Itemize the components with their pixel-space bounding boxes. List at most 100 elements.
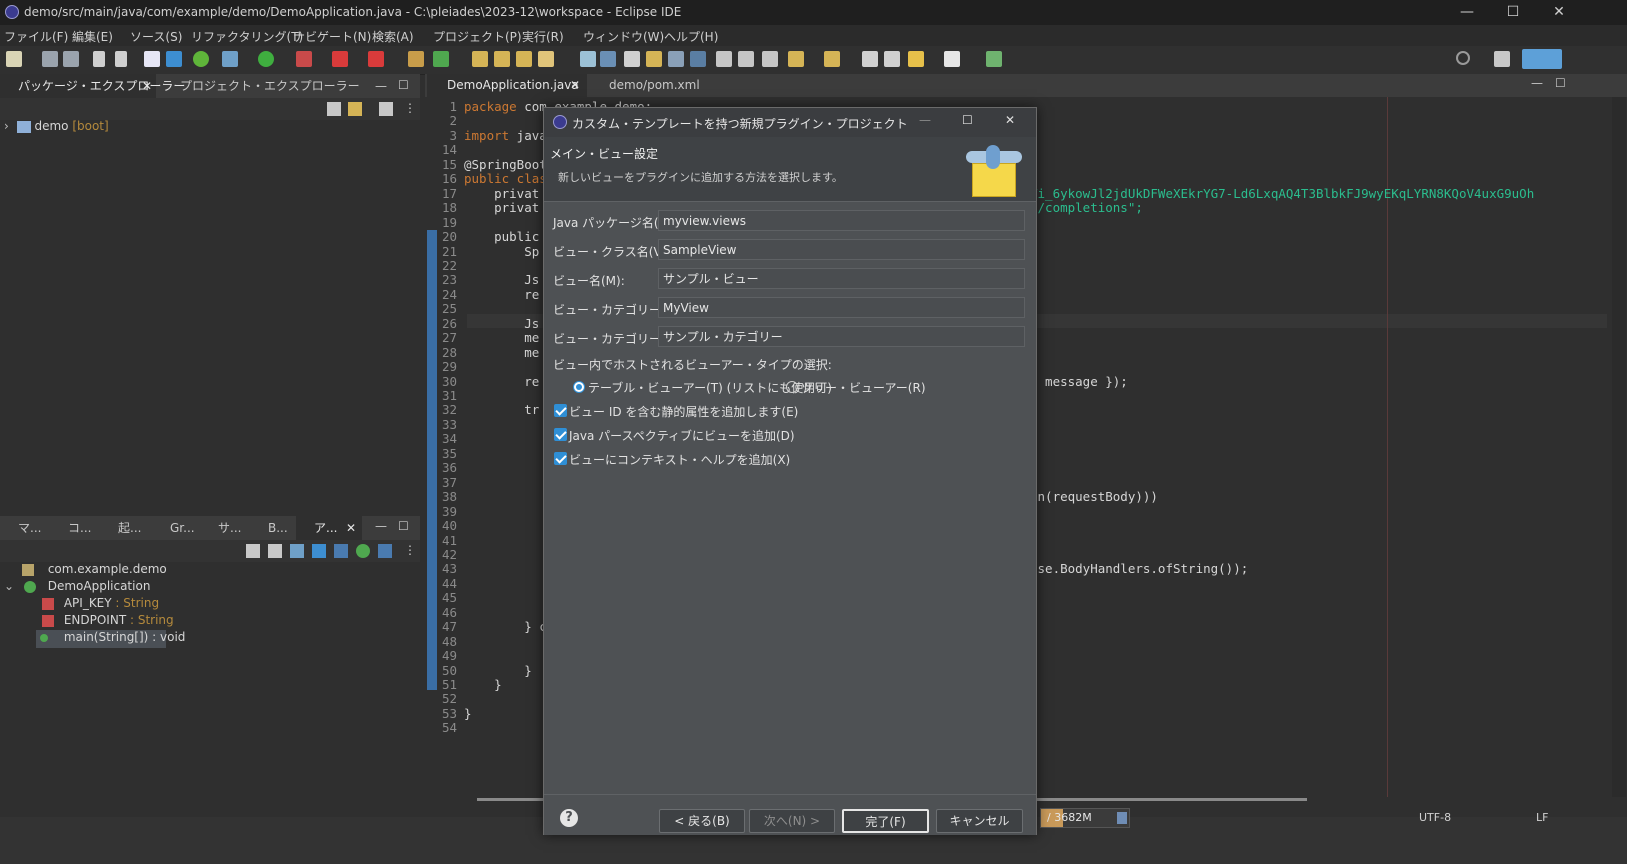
outline-item-package[interactable]: com.example.demo [22, 562, 167, 576]
table-viewer-radio[interactable] [573, 381, 585, 393]
close-button[interactable]: ✕ [1536, 0, 1582, 25]
menu-refactor[interactable]: リファクタリング(T) [191, 28, 303, 45]
run-config-icon[interactable] [296, 51, 312, 67]
back-button[interactable]: < 戻る(B) [659, 809, 745, 833]
new-package-icon[interactable] [433, 51, 449, 67]
redo-icon[interactable] [115, 51, 127, 67]
view-category-id-field[interactable]: MyView [658, 297, 1025, 318]
pin-icon[interactable] [986, 51, 1002, 67]
add-context-help-label[interactable]: ビューにコンテキスト・ヘルプを追加(X) [569, 451, 790, 468]
hide-local-types-icon[interactable] [378, 544, 392, 558]
pen-icon[interactable] [538, 51, 554, 67]
cancel-button[interactable]: キャンセル [936, 809, 1023, 833]
add-static-id-label[interactable]: ビュー ID を含む静的属性を追加します(E) [569, 403, 798, 420]
close-icon[interactable]: ✕ [570, 74, 580, 97]
save-all-icon[interactable] [63, 51, 79, 67]
outline-item-method[interactable]: main(String[]) : void [36, 630, 185, 648]
link-editor-icon[interactable] [348, 102, 362, 116]
menu-run[interactable]: 実行(R) [522, 28, 564, 45]
add-to-java-perspective-checkbox[interactable] [554, 428, 567, 441]
menu-window[interactable]: ウィンドウ(W) [583, 28, 664, 45]
tab-pom-xml[interactable]: demo/pom.xml [591, 74, 711, 97]
block-selection-icon[interactable] [668, 51, 684, 67]
spring-icon[interactable] [193, 51, 209, 67]
tab-boot-dashboard[interactable]: 起... [100, 516, 148, 540]
minimize-view-icon[interactable]: — [375, 519, 387, 533]
vertical-scrollbar[interactable] [1612, 97, 1626, 797]
terminal-icon[interactable] [144, 51, 160, 67]
forward-nav-icon[interactable] [884, 51, 900, 67]
minimize-view-icon[interactable]: — [1531, 76, 1543, 90]
prev-annotation-icon[interactable] [824, 51, 840, 67]
debug-icon[interactable] [222, 51, 238, 67]
collapse-all-icon[interactable] [268, 544, 282, 558]
tab-markers[interactable]: マ... [0, 516, 48, 540]
next-button[interactable]: 次へ(N) > [749, 809, 835, 833]
maximize-view-icon[interactable]: ☐ [398, 78, 409, 92]
menu-edit[interactable]: 編集(E) [72, 28, 113, 45]
add-static-id-checkbox[interactable] [554, 404, 567, 417]
next-annotation-icon[interactable] [788, 51, 804, 67]
open-folder-2-icon[interactable] [516, 51, 532, 67]
tab-servers[interactable]: サ... [200, 516, 248, 540]
hide-static-icon[interactable] [334, 544, 348, 558]
view-menu-icon[interactable]: ⋮ [404, 543, 416, 557]
undo-icon[interactable] [93, 51, 105, 67]
hide-fields-icon[interactable] [312, 544, 326, 558]
run-icon[interactable] [258, 51, 274, 67]
view-menu-icon[interactable]: ⋮ [404, 101, 416, 115]
view-name-field[interactable]: サンプル・ビュー [658, 268, 1025, 289]
search-tool-icon[interactable] [580, 51, 596, 67]
java-perspective-icon[interactable] [1522, 49, 1562, 69]
open-type-icon[interactable] [472, 51, 488, 67]
sort-icon[interactable] [290, 544, 304, 558]
sync-icon[interactable] [762, 51, 778, 67]
minimize-view-icon[interactable]: — [375, 79, 387, 93]
close-icon[interactable]: ✕ [346, 516, 356, 540]
menu-source[interactable]: ソース(S) [130, 28, 182, 45]
new-java-project-icon[interactable] [408, 51, 424, 67]
filter-icon[interactable] [379, 102, 393, 116]
search-icon[interactable] [1456, 51, 1470, 65]
maximize-view-icon[interactable]: ☐ [398, 519, 409, 533]
back-icon[interactable] [862, 51, 878, 67]
dialog-close-button[interactable]: ✕ [1005, 113, 1015, 127]
maximize-button[interactable]: ☐ [1490, 0, 1536, 25]
menu-navigate[interactable]: ナビゲート(N) [293, 28, 371, 45]
close-icon[interactable]: ✕ [142, 74, 152, 98]
tab-outline[interactable]: ア... ✕ [296, 516, 362, 540]
menu-help[interactable]: ヘルプ(H) [664, 28, 718, 45]
gc-icon[interactable] [1117, 812, 1127, 824]
chevron-right-icon[interactable]: › [4, 119, 9, 133]
menu-project[interactable]: プロジェクト(P) [433, 28, 522, 45]
tab-console[interactable]: コ... [50, 516, 98, 540]
settings-icon[interactable] [166, 51, 182, 67]
refresh-icon[interactable] [716, 51, 732, 67]
line-delimiter-label[interactable]: LF [1536, 811, 1548, 824]
external-tools-icon[interactable] [368, 51, 384, 67]
heap-status[interactable]: / 3682M [1040, 808, 1130, 828]
toggle-icon[interactable] [624, 51, 640, 67]
tab-project-explorer[interactable]: プロジェクト・エクスプローラー [162, 74, 360, 98]
hide-nonpublic-icon[interactable] [356, 544, 370, 558]
tab-gradle[interactable]: Gr... [150, 516, 198, 540]
outline-item-class[interactable]: ⌄ DemoApplication [4, 579, 150, 593]
menu-file[interactable]: ファイル(F) [4, 28, 68, 45]
minimize-button[interactable]: — [1444, 0, 1490, 25]
open-perspective-icon[interactable] [1494, 51, 1510, 67]
highlight-icon[interactable] [600, 51, 616, 67]
stop-icon[interactable] [332, 51, 348, 67]
encoding-label[interactable]: UTF-8 [1419, 811, 1451, 824]
tree-viewer-label[interactable]: ツリー・ビューアー(R) [801, 379, 926, 396]
filter-icon[interactable] [246, 544, 260, 558]
collapse-all-icon[interactable] [327, 102, 341, 116]
dialog-minimize-button[interactable]: — [919, 113, 931, 127]
add-to-java-perspective-label[interactable]: Java パースペクティブにビューを追加(D) [569, 427, 795, 444]
arrow-left-icon[interactable] [908, 51, 924, 67]
outline-item-field[interactable]: ENDPOINT : String [42, 613, 174, 627]
maximize-view-icon[interactable]: ☐ [1555, 76, 1566, 90]
tab-demoapplication-java[interactable]: DemoApplication.java ✕ [427, 74, 587, 97]
add-context-help-checkbox[interactable] [554, 452, 567, 465]
view-category-name-field[interactable]: サンプル・カテゴリー [658, 326, 1025, 347]
whitespace-icon[interactable] [690, 51, 706, 67]
